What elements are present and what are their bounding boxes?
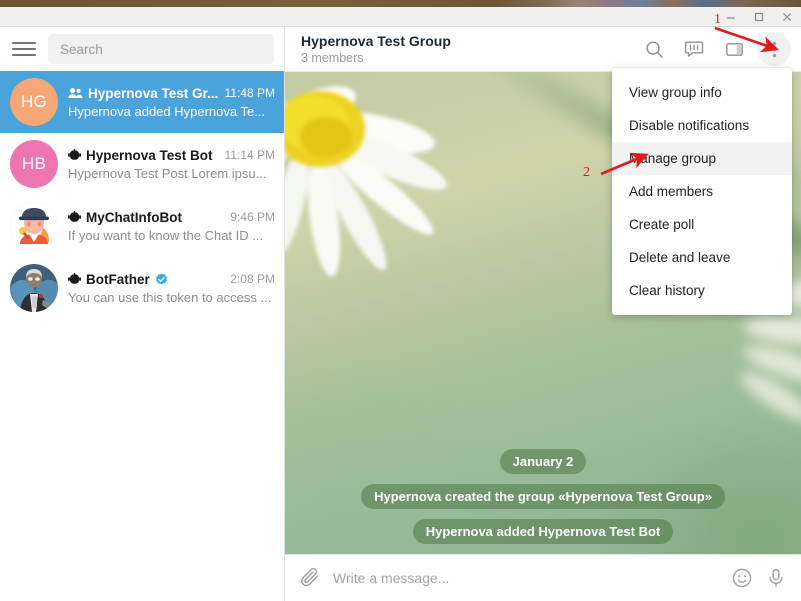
search-icon[interactable] (637, 32, 671, 66)
chat-header: Hypernova Test Group 3 members (285, 27, 801, 72)
sidebar-toggle-icon[interactable] (717, 32, 751, 66)
menu-item-view-group-info[interactable]: View group info (612, 76, 792, 109)
chat-item-texts: BotFather 2:08 PM You can use this token… (68, 272, 275, 305)
list-item[interactable]: HB Hypernova Test Bot 11:14 PM Hypernova… (0, 133, 284, 195)
context-menu: View group info Disable notifications Ma… (612, 68, 792, 315)
avatar-photo-firefighter (10, 202, 58, 250)
chat-item-name: Hypernova Test Bot (86, 148, 213, 163)
annotation-number-2: 2 (583, 165, 590, 181)
chat-item-preview: You can use this token to access ... (68, 290, 273, 305)
annotation-number-1: 1 (714, 12, 721, 28)
chat-item-name: BotFather (86, 272, 150, 287)
menu-item-delete-and-leave[interactable]: Delete and leave (612, 241, 792, 274)
microphone-icon[interactable] (765, 567, 787, 589)
menu-item-add-members[interactable]: Add members (612, 175, 792, 208)
telegram-window: Search HG Hypernova Test Gr... (0, 0, 801, 601)
menu-item-disable-notifications[interactable]: Disable notifications (612, 109, 792, 142)
menu-icon[interactable] (12, 37, 36, 61)
menu-item-clear-history[interactable]: Clear history (612, 274, 792, 307)
message-input[interactable]: Write a message... (333, 570, 719, 586)
verified-badge-icon (155, 273, 168, 286)
avatar-initials: HG (21, 92, 47, 112)
service-message: Hypernova created the group «Hypernova T… (361, 484, 725, 509)
avatar-photo-botfather (10, 264, 58, 312)
bot-icon (68, 211, 81, 223)
window-titlebar (0, 7, 801, 27)
chat-item-texts: Hypernova Test Bot 11:14 PM Hypernova Te… (68, 148, 275, 181)
chat-list: HG Hypernova Test Gr... 11:48 PM Hyperno… (0, 71, 284, 319)
chat-item-name: Hypernova Test Gr... (88, 86, 218, 101)
maximize-icon[interactable] (745, 7, 773, 26)
chat-member-count: 3 members (301, 51, 451, 65)
search-placeholder: Search (60, 42, 103, 57)
chat-item-header: MyChatInfoBot 9:46 PM (68, 210, 275, 225)
message-composer: Write a message... (285, 554, 801, 601)
chat-item-header: BotFather 2:08 PM (68, 272, 275, 287)
minimize-icon[interactable] (717, 7, 745, 26)
list-item[interactable]: HG Hypernova Test Gr... 11:48 PM Hyperno… (0, 71, 284, 133)
smiley-icon[interactable] (731, 567, 753, 589)
list-item[interactable]: BotFather 2:08 PM You can use this token… (0, 257, 284, 319)
message-list: January 2 Hypernova created the group «H… (285, 449, 801, 544)
chat-item-time: 9:46 PM (230, 210, 275, 224)
chat-item-preview: If you want to know the Chat ID ... (68, 228, 273, 243)
bot-icon (68, 149, 81, 161)
search-input[interactable]: Search (48, 34, 274, 64)
avatar: HG (10, 78, 58, 126)
chat-item-time: 11:14 PM (225, 148, 275, 162)
avatar (10, 202, 58, 250)
more-vertical-icon[interactable] (757, 32, 791, 66)
sidebar-toolbar: Search (0, 27, 284, 71)
bot-icon (68, 273, 81, 285)
date-separator: January 2 (500, 449, 587, 474)
close-icon[interactable] (773, 7, 801, 26)
discussion-icon[interactable] (677, 32, 711, 66)
page-title: Hypernova Test Group (301, 33, 451, 49)
chat-header-actions (637, 32, 791, 66)
avatar (10, 264, 58, 312)
chat-header-titles: Hypernova Test Group 3 members (301, 33, 451, 65)
menu-item-manage-group[interactable]: Manage group (612, 142, 792, 175)
desktop-background-strip (0, 0, 801, 7)
daisy-flower-image (285, 72, 555, 368)
chat-item-preview: Hypernova Test Post Lorem ipsu... (68, 166, 273, 181)
chat-item-header: Hypernova Test Bot 11:14 PM (68, 148, 275, 163)
chat-item-time: 2:08 PM (230, 272, 275, 286)
chat-item-texts: MyChatInfoBot 9:46 PM If you want to kno… (68, 210, 275, 243)
sidebar: Search HG Hypernova Test Gr... (0, 27, 285, 601)
service-message: Hypernova added Hypernova Test Bot (413, 519, 674, 544)
chat-item-name: MyChatInfoBot (86, 210, 182, 225)
avatar-initials: HB (22, 154, 46, 174)
chat-item-time: 11:48 PM (225, 86, 275, 100)
menu-item-create-poll[interactable]: Create poll (612, 208, 792, 241)
chat-item-header: Hypernova Test Gr... 11:48 PM (68, 86, 275, 101)
list-item[interactable]: MyChatInfoBot 9:46 PM If you want to kno… (0, 195, 284, 257)
avatar: HB (10, 140, 58, 188)
paperclip-icon[interactable] (299, 567, 321, 589)
chat-item-preview: Hypernova added Hypernova Te... (68, 104, 273, 119)
group-icon (68, 87, 83, 99)
chat-item-texts: Hypernova Test Gr... 11:48 PM Hypernova … (68, 86, 275, 119)
